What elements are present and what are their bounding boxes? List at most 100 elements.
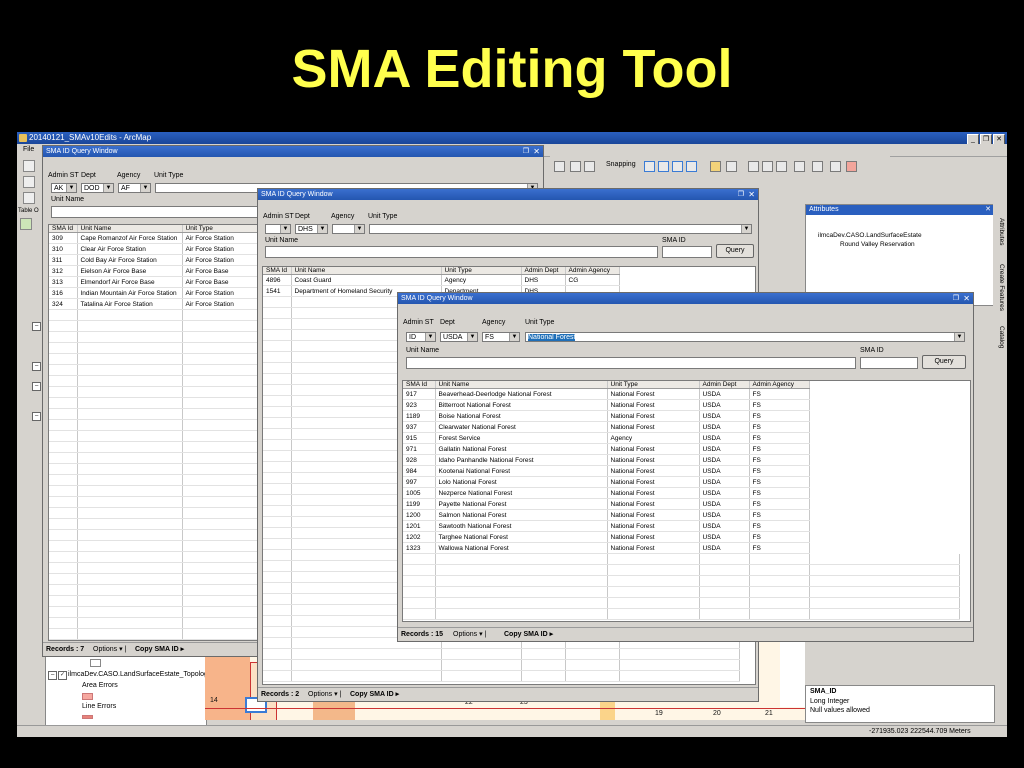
topology-icon[interactable] xyxy=(748,161,759,172)
table-row[interactable]: 997 Lolo National Forest National Forest US… xyxy=(403,476,959,488)
collapse-icon[interactable]: − xyxy=(32,412,41,421)
unit-name-input[interactable] xyxy=(51,206,261,218)
collapse-icon[interactable]: − xyxy=(32,362,41,371)
agency-select[interactable]: FS ▼ xyxy=(482,332,520,342)
unit-name-input[interactable] xyxy=(406,357,856,369)
table-row[interactable]: 1200 Salmon National Forest National Fores… xyxy=(403,509,959,521)
unit-type-select[interactable]: ▼ xyxy=(369,224,752,234)
table-row[interactable]: 313 Elmendorf Air Force Base Air Force Bas… xyxy=(49,276,258,288)
admin-st-select[interactable]: ▼ xyxy=(265,224,291,234)
table-row[interactable]: 971 Gallatin National Forest National Fore… xyxy=(403,443,959,455)
results-grid[interactable]: SMA Id Unit Name Unit Type 309 Cape Romanzof… xyxy=(48,224,260,641)
pan-icon[interactable] xyxy=(23,192,35,204)
table-row[interactable]: 4896 Coast Guard Agency DHS CG xyxy=(263,274,739,286)
admin-st-select[interactable]: ID ▼ xyxy=(406,332,436,342)
restore-icon[interactable]: ❐ xyxy=(523,146,529,157)
layer-visibility-checkbox[interactable]: ✓ xyxy=(58,671,67,680)
close-icon[interactable]: ✕ xyxy=(963,293,970,304)
dept-select[interactable]: DOD ▼ xyxy=(81,183,114,193)
identify-icon[interactable] xyxy=(584,161,595,172)
error-icon[interactable] xyxy=(846,161,857,172)
column-header[interactable]: SMA Id xyxy=(263,267,292,275)
collapse-icon[interactable]: − xyxy=(32,382,41,391)
options-menu[interactable]: Options ▾ | xyxy=(93,643,126,656)
column-header[interactable]: SMA Id xyxy=(403,381,436,389)
new-document-icon[interactable] xyxy=(23,160,35,172)
table-row[interactable]: 984 Kootenai National Forest National Fore… xyxy=(403,465,959,477)
attribute-layer[interactable]: ilmcaDev.CASO.LandSurfaceEstate xyxy=(818,232,922,239)
sma-id-input[interactable] xyxy=(860,357,918,369)
error-inspector-icon[interactable] xyxy=(776,161,787,172)
table-row[interactable]: 917 Beaverhead-Deerlodge National Forest N… xyxy=(403,388,959,400)
close-icon[interactable]: ✕ xyxy=(533,146,540,157)
dept-select[interactable]: DHS ▼ xyxy=(295,224,328,234)
restore-icon[interactable]: ❐ xyxy=(953,293,959,304)
table-row[interactable]: 1189 Boise National Forest National Forest… xyxy=(403,410,959,422)
sketch-icon[interactable] xyxy=(812,161,823,172)
table-row[interactable]: 1199 Payette National Forest National Fore… xyxy=(403,498,959,510)
table-row[interactable]: 311 Cold Bay Air Force Station Air Force S… xyxy=(49,254,258,266)
table-row[interactable]: 309 Cape Romanzof Air Force Station Air Fo… xyxy=(49,232,258,244)
list-by-drawing-order-icon[interactable] xyxy=(20,218,32,230)
menu-file[interactable]: File xyxy=(23,146,34,153)
zoom-in-icon[interactable] xyxy=(23,176,35,188)
tab-catalog[interactable]: Catalog xyxy=(995,326,1005,348)
unit-type-select[interactable]: National Forest ▼ xyxy=(525,332,965,342)
collapse-icon[interactable]: − xyxy=(48,671,57,680)
edge-snap-icon[interactable] xyxy=(686,161,697,172)
snapping-menu[interactable]: Snapping xyxy=(606,161,636,168)
topology-layer-name[interactable]: ilmcaDev.CASO.LandSurfaceEstate_Topology xyxy=(68,671,211,678)
table-row[interactable]: 928 Idaho Panhandle National Forest Nation… xyxy=(403,454,959,466)
table-row[interactable]: 324 Tatalina Air Force Station Air Force S… xyxy=(49,298,258,310)
attributes-icon[interactable] xyxy=(830,161,841,172)
column-header[interactable]: Admin Dept xyxy=(521,267,566,275)
column-header[interactable]: Admin Agency xyxy=(565,267,620,275)
query-button[interactable]: Query xyxy=(922,355,966,369)
end-snap-icon[interactable] xyxy=(658,161,669,172)
column-header[interactable]: Unit Type xyxy=(607,381,700,389)
options-menu[interactable]: Options ▾ | xyxy=(308,688,341,701)
table-row[interactable]: 1201 Sawtooth National Forest National For… xyxy=(403,520,959,532)
table-icon[interactable] xyxy=(554,161,565,172)
column-header[interactable]: SMA Id xyxy=(49,225,78,233)
validate-icon[interactable] xyxy=(762,161,773,172)
unit-name-input[interactable] xyxy=(265,246,658,258)
collapse-icon[interactable]: − xyxy=(32,322,41,331)
copy-sma-id-button[interactable]: Copy SMA ID ▸ xyxy=(350,688,399,701)
agency-select[interactable]: ▼ xyxy=(332,224,365,234)
table-row[interactable]: 1005 Nezperce National Forest National For… xyxy=(403,487,959,499)
tab-attributes[interactable]: Attributes xyxy=(995,218,1005,245)
select-icon[interactable] xyxy=(570,161,581,172)
agency-select[interactable]: AF ▼ xyxy=(118,183,151,193)
column-header[interactable]: Admin Dept xyxy=(699,381,750,389)
map-topology-icon[interactable] xyxy=(794,161,805,172)
table-row[interactable]: 1323 Wallowa National Forest National Fore… xyxy=(403,542,959,554)
column-header[interactable]: Unit Name xyxy=(435,381,608,389)
sma-id-input[interactable] xyxy=(662,246,712,258)
column-header[interactable]: Unit Name xyxy=(77,225,183,233)
table-row[interactable]: 316 Indian Mountain Air Force Station Air … xyxy=(49,287,258,299)
column-header[interactable]: Unit Type xyxy=(182,225,258,233)
restore-icon[interactable]: ❐ xyxy=(738,189,744,200)
column-header[interactable]: Admin Agency xyxy=(749,381,810,389)
query-button[interactable]: Query xyxy=(716,244,754,258)
close-icon[interactable]: ✕ xyxy=(748,189,755,200)
vertex-snap-icon[interactable] xyxy=(672,161,683,172)
options-menu[interactable]: Options ▾ | xyxy=(453,628,486,641)
tab-create-features[interactable]: Create Features xyxy=(995,264,1005,311)
close-icon[interactable]: ✕ xyxy=(985,205,991,215)
admin-st-select[interactable]: AK ▼ xyxy=(51,183,77,193)
copy-sma-id-button[interactable]: Copy SMA ID ▸ xyxy=(504,628,553,641)
column-header[interactable]: Unit Name xyxy=(291,267,442,275)
point-snap-icon[interactable] xyxy=(644,161,655,172)
table-row[interactable]: 937 Clearwater National Forest National Fo… xyxy=(403,421,959,433)
editor-icon[interactable] xyxy=(710,161,721,172)
results-grid[interactable]: SMA Id Unit Name Unit Type Admin Dept Admin … xyxy=(402,380,971,622)
edit-tool-icon[interactable] xyxy=(726,161,737,172)
table-row[interactable]: 312 Eielson Air Force Base Air Force Base xyxy=(49,265,258,277)
attribute-feature[interactable]: Round Valley Reservation xyxy=(840,241,915,248)
table-row[interactable]: 310 Clear Air Force Station Air Force Stat… xyxy=(49,243,258,255)
copy-sma-id-button[interactable]: Copy SMA ID ▸ xyxy=(135,643,184,656)
column-header[interactable]: Unit Type xyxy=(441,267,522,275)
table-row[interactable]: 923 Bitterroot National Forest National Fo… xyxy=(403,399,959,411)
